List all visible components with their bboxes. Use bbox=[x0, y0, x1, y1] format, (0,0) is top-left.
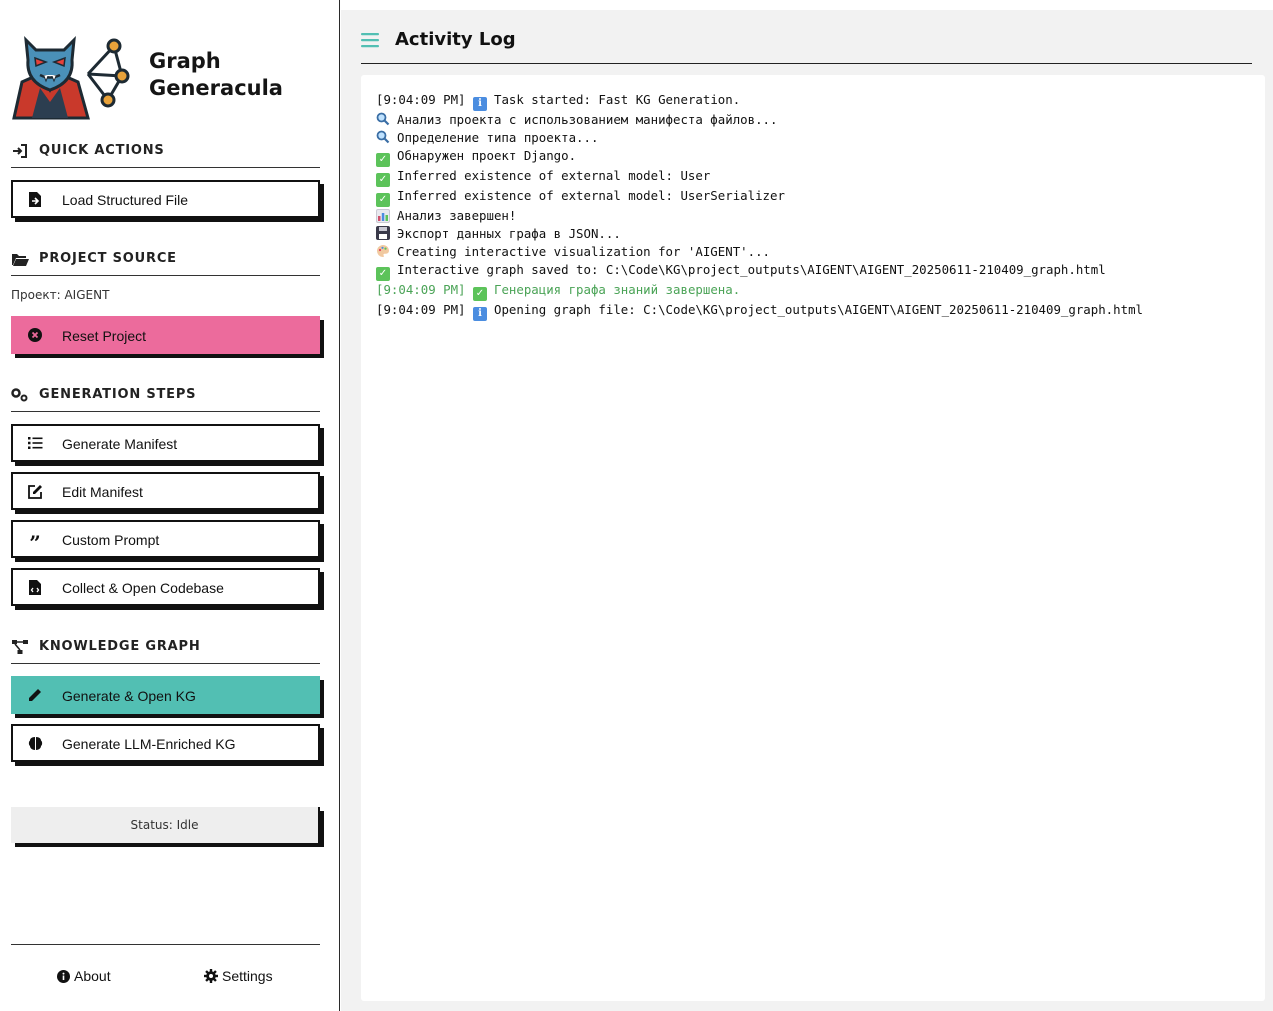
edit-icon bbox=[27, 483, 43, 499]
log-timestamp: [9:04:09 PM] bbox=[376, 92, 473, 107]
collect-open-codebase-button[interactable]: Collect & Open Codebase bbox=[11, 568, 320, 606]
generation-steps-heading: GENERATION STEPS bbox=[11, 386, 320, 412]
log-message: Экспорт данных графа в JSON... bbox=[397, 226, 621, 241]
main-panel: Activity Log [9:04:09 PM] i Task started:… bbox=[341, 10, 1273, 1011]
log-entry: ✓ Inferred existence of external model: U… bbox=[376, 167, 1250, 187]
log-entry: [9:04:09 PM] ✓ Генерация графа знаний зав… bbox=[376, 281, 1250, 301]
generate-open-kg-label: Generate & Open KG bbox=[62, 688, 196, 704]
check-icon: ✓ bbox=[376, 267, 390, 281]
generate-llm-enriched-kg-button[interactable]: Generate LLM-Enriched KG bbox=[11, 724, 320, 762]
project-source-label: PROJECT SOURCE bbox=[39, 251, 177, 266]
reset-project-label: Reset Project bbox=[62, 328, 147, 344]
log-entry: Creating interactive visualization for '… bbox=[376, 243, 1250, 261]
list-icon bbox=[27, 435, 43, 451]
project-diagram-icon bbox=[11, 638, 29, 656]
load-structured-file-button[interactable]: Load Structured File bbox=[11, 180, 320, 218]
log-entry: Определение типа проекта... bbox=[376, 129, 1250, 147]
main-header: Activity Log bbox=[361, 24, 1252, 64]
activity-log-panel: [9:04:09 PM] i Task started: Fast KG Gene… bbox=[361, 75, 1265, 1001]
quick-actions-heading: QUICK ACTIONS bbox=[11, 142, 320, 168]
times-circle-icon bbox=[27, 327, 43, 343]
info-icon: i bbox=[472, 307, 487, 321]
collect-open-codebase-label: Collect & Open Codebase bbox=[62, 580, 224, 596]
sidebar: Graph Generacula QUICK ACTIONS Load Stru… bbox=[0, 0, 340, 1011]
app-title: Graph Generacula bbox=[149, 48, 283, 102]
log-entry: ✓ Обнаружен проект Django. bbox=[376, 147, 1250, 167]
log-message: Генерация графа знаний завершена. bbox=[493, 282, 741, 297]
log-entry: [9:04:09 PM] i Opening graph file: C:\Cod… bbox=[376, 301, 1250, 321]
brain-icon bbox=[27, 735, 43, 751]
magnifier-icon bbox=[376, 112, 390, 126]
log-timestamp: [9:04:09 PM] bbox=[376, 282, 473, 297]
settings-link[interactable]: Settings bbox=[204, 968, 273, 984]
folder-open-icon bbox=[11, 250, 29, 268]
app-title-line1: Graph bbox=[149, 49, 221, 73]
check-icon: ✓ bbox=[376, 193, 390, 207]
footer-divider bbox=[11, 944, 320, 945]
log-entry: Анализ завершен! bbox=[376, 207, 1250, 225]
app-title-line2: Generacula bbox=[149, 76, 283, 100]
custom-prompt-button[interactable]: ” Custom Prompt bbox=[11, 520, 320, 558]
cogs-icon bbox=[11, 386, 29, 404]
about-link[interactable]: About bbox=[57, 968, 111, 984]
log-message: Обнаружен проект Django. bbox=[397, 148, 577, 163]
hamburger-menu-icon[interactable] bbox=[361, 32, 381, 48]
vampire-mascot-icon bbox=[12, 35, 130, 120]
sign-in-icon bbox=[11, 142, 29, 160]
about-label: About bbox=[74, 968, 111, 984]
project-source-heading: PROJECT SOURCE bbox=[11, 250, 320, 276]
log-entry: Анализ проекта с использованием манифест… bbox=[376, 111, 1250, 129]
magnifier-icon bbox=[376, 130, 390, 144]
log-entry: ✓ Interactive graph saved to: C:\Code\KG\… bbox=[376, 261, 1250, 281]
file-import-icon bbox=[27, 191, 43, 207]
project-name-label: Проект: AIGENT bbox=[11, 288, 110, 302]
log-message: Анализ завершен! bbox=[397, 208, 517, 223]
reset-project-button[interactable]: Reset Project bbox=[11, 316, 320, 354]
log-message: Inferred existence of external model: Us… bbox=[397, 188, 785, 203]
generate-llm-enriched-kg-label: Generate LLM-Enriched KG bbox=[62, 736, 236, 752]
edit-manifest-button[interactable]: Edit Manifest bbox=[11, 472, 320, 510]
pencil-icon bbox=[27, 687, 43, 703]
log-message: Анализ проекта с использованием манифест… bbox=[397, 112, 778, 127]
info-circle-icon bbox=[57, 969, 70, 983]
generate-manifest-button[interactable]: Generate Manifest bbox=[11, 424, 320, 462]
floppy-icon bbox=[376, 226, 390, 240]
file-code-icon bbox=[27, 579, 43, 595]
chart-icon bbox=[376, 209, 390, 223]
status-indicator: Status: Idle bbox=[11, 807, 320, 843]
log-message: Inferred existence of external model: Us… bbox=[397, 168, 711, 183]
knowledge-graph-heading: KNOWLEDGE GRAPH bbox=[11, 638, 320, 664]
generate-manifest-label: Generate Manifest bbox=[62, 436, 178, 452]
edit-manifest-label: Edit Manifest bbox=[62, 484, 143, 500]
custom-prompt-label: Custom Prompt bbox=[62, 532, 160, 548]
palette-icon bbox=[376, 244, 390, 258]
log-message: Creating interactive visualization for '… bbox=[397, 244, 770, 259]
log-timestamp: [9:04:09 PM] bbox=[376, 302, 473, 317]
app-logo: Graph Generacula bbox=[10, 22, 330, 122]
check-icon: ✓ bbox=[376, 153, 390, 167]
quick-actions-label: QUICK ACTIONS bbox=[39, 143, 165, 158]
gear-icon bbox=[204, 969, 218, 983]
quote-icon: ” bbox=[29, 531, 41, 555]
log-message: Interactive graph saved to: C:\Code\KG\p… bbox=[397, 262, 1106, 277]
info-icon: i bbox=[472, 97, 487, 111]
log-entry: [9:04:09 PM] i Task started: Fast KG Gene… bbox=[376, 91, 1250, 111]
load-structured-file-label: Load Structured File bbox=[62, 192, 189, 208]
activity-log-title: Activity Log bbox=[395, 29, 516, 50]
generate-open-kg-button[interactable]: Generate & Open KG bbox=[11, 676, 320, 714]
generation-steps-label: GENERATION STEPS bbox=[39, 387, 197, 402]
log-message: Task started: Fast KG Generation. bbox=[493, 92, 741, 107]
settings-label: Settings bbox=[222, 968, 273, 984]
log-entry: ✓ Inferred existence of external model: U… bbox=[376, 187, 1250, 207]
knowledge-graph-label: KNOWLEDGE GRAPH bbox=[39, 639, 201, 654]
check-icon: ✓ bbox=[472, 287, 487, 301]
log-entry: Экспорт данных графа в JSON... bbox=[376, 225, 1250, 243]
log-message: Opening graph file: C:\Code\KG\project_o… bbox=[493, 302, 1143, 317]
log-message: Определение типа проекта... bbox=[397, 130, 599, 145]
check-icon: ✓ bbox=[376, 173, 390, 187]
